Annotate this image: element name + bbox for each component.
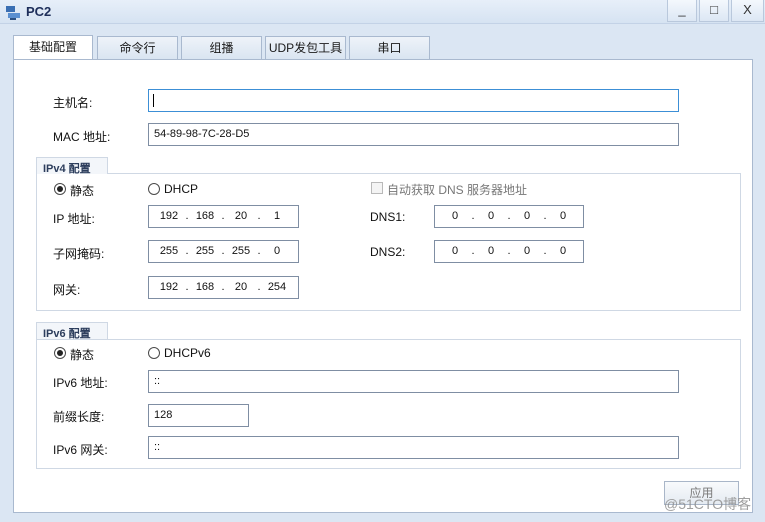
tab-multicast[interactable]: 组播 (181, 36, 262, 60)
ip-address-input[interactable]: 192 . 168 . 20 . 1 (148, 205, 299, 228)
ipv4-static-radio[interactable] (54, 183, 66, 195)
ipv4-dhcp-radio[interactable] (148, 183, 160, 195)
basic-config-panel: 主机名: MAC 地址: 54-89-98-7C-28-D5 IPv4 配置 静… (13, 59, 753, 513)
dns1-input[interactable]: 0 . 0 . 0 . 0 (434, 205, 584, 228)
text-caret (153, 94, 154, 107)
ipv6-address-input[interactable]: :: (148, 370, 679, 393)
tab-basic-config[interactable]: 基础配置 (13, 35, 93, 61)
ipv6-gateway-label: IPv6 网关: (53, 443, 108, 457)
ipv6-group-title: IPv6 配置 (36, 322, 108, 340)
maximize-button[interactable]: □ (699, 0, 729, 22)
minimize-button[interactable]: _ (667, 0, 697, 22)
gateway-label: 网关: (53, 283, 81, 297)
ipv4-dhcp-label: DHCP (164, 182, 199, 196)
ipv4-group-title: IPv4 配置 (36, 157, 108, 175)
hostname-input[interactable] (148, 89, 679, 112)
auto-dns-checkbox[interactable] (371, 182, 383, 194)
ip-address-label: IP 地址: (53, 212, 95, 226)
network-pc-icon (6, 6, 20, 20)
subnet-mask-label: 子网掩码: (53, 247, 105, 261)
dns2-input[interactable]: 0 . 0 . 0 . 0 (434, 240, 584, 263)
subnet-mask-input[interactable]: 255 . 255 . 255 . 0 (148, 240, 299, 263)
auto-dns-label: 自动获取 DNS 服务器地址 (387, 183, 528, 197)
tab-udp-tool[interactable]: UDP发包工具 (265, 36, 346, 60)
tab-serial[interactable]: 串口 (349, 36, 430, 60)
prefix-length-input[interactable]: 128 (148, 404, 249, 427)
ipv6-gateway-input[interactable]: :: (148, 436, 679, 459)
watermark: @51CTO博客 (664, 496, 752, 512)
ipv6-dhcp-radio[interactable] (148, 347, 160, 359)
window-title: PC2 (26, 4, 52, 19)
dns1-label: DNS1: (370, 210, 406, 224)
ipv4-static-label: 静态 (70, 184, 95, 198)
hostname-label: 主机名: (53, 96, 93, 110)
ipv6-static-label: 静态 (70, 348, 95, 362)
ipv6-address-label: IPv6 地址: (53, 376, 108, 390)
gateway-input[interactable]: 192 . 168 . 20 . 254 (148, 276, 299, 299)
ipv6-static-radio[interactable] (54, 347, 66, 359)
close-button[interactable]: X (731, 0, 764, 22)
tab-command-line[interactable]: 命令行 (97, 36, 178, 60)
prefix-length-label: 前缀长度: (53, 410, 105, 424)
title-bar: PC2 _ □ X (0, 0, 765, 24)
mac-input[interactable]: 54-89-98-7C-28-D5 (148, 123, 679, 146)
ipv6-dhcp-label: DHCPv6 (164, 346, 211, 360)
dns2-label: DNS2: (370, 245, 406, 259)
mac-label: MAC 地址: (53, 130, 111, 144)
